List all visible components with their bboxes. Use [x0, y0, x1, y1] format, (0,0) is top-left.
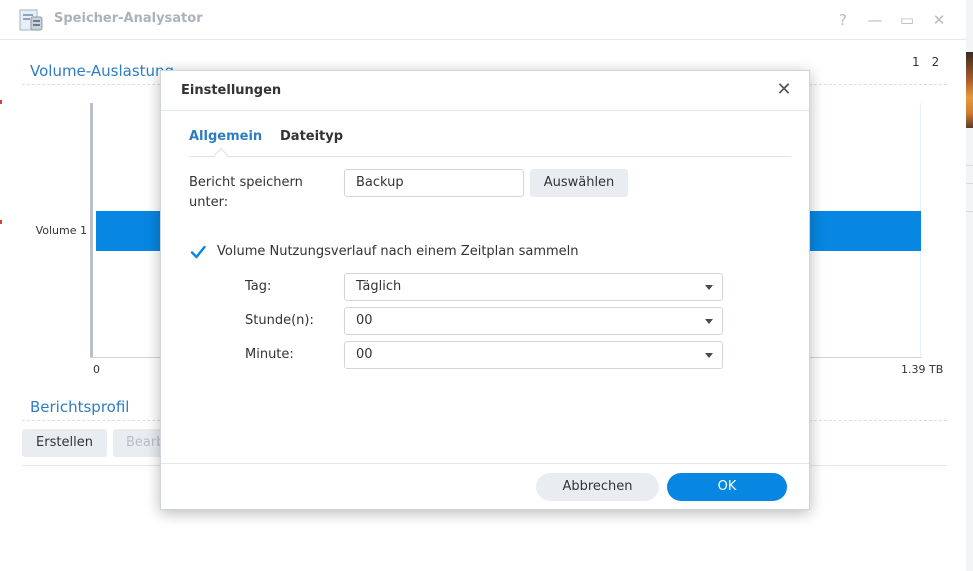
- save-under-label: Bericht speichern unter:: [189, 175, 303, 210]
- dialog-close-icon[interactable]: ✕: [773, 79, 795, 101]
- create-button[interactable]: Erstellen: [22, 429, 107, 457]
- minute-select[interactable]: 00: [344, 341, 723, 369]
- chart-tick-label-min: 0: [93, 363, 100, 376]
- day-select[interactable]: Täglich: [344, 273, 723, 301]
- chevron-down-icon: [705, 319, 713, 324]
- close-icon[interactable]: ✕: [929, 10, 949, 30]
- edge-divider: [966, 165, 973, 166]
- hour-select[interactable]: 00: [344, 307, 723, 335]
- minimize-icon[interactable]: —: [865, 10, 885, 30]
- page-2-link[interactable]: 2: [932, 55, 940, 69]
- choose-button[interactable]: Auswählen: [530, 169, 628, 197]
- day-select-value: Täglich: [356, 279, 402, 294]
- schedule-checkbox-label: Volume Nutzungsverlauf nach einem Zeitpl…: [217, 244, 579, 259]
- maximize-icon[interactable]: ▭: [897, 10, 917, 30]
- pagination: 12: [912, 55, 951, 69]
- dialog-title: Einstellungen: [181, 83, 282, 98]
- settings-dialog: Einstellungen ✕ Allgemein Dateityp Beric…: [160, 70, 810, 510]
- cancel-button[interactable]: Abbrechen: [536, 473, 659, 501]
- storage-analyzer-icon: [19, 9, 43, 31]
- app-title: Speicher-Analysator: [54, 11, 203, 26]
- report-profile-title: Berichtsprofil: [30, 398, 130, 416]
- title-bar: Speicher-Analysator ? — ▭ ✕: [0, 0, 966, 40]
- chart-category-label: Volume 1: [35, 224, 87, 237]
- day-label: Tag:: [245, 279, 272, 294]
- save-location-input[interactable]: Backup: [344, 169, 524, 197]
- volume-usage-title: Volume-Auslastung: [30, 62, 175, 80]
- page-1-link[interactable]: 1: [912, 55, 920, 69]
- tab-file-type[interactable]: Dateityp: [280, 129, 343, 144]
- minute-label: Minute:: [245, 347, 294, 362]
- edge-marker: [0, 100, 2, 104]
- schedule-checkbox[interactable]: [189, 243, 207, 261]
- chart-tick-label-max: 1.39 TB: [901, 363, 944, 376]
- ok-button[interactable]: OK: [667, 473, 787, 501]
- edge-divider: [966, 211, 973, 212]
- chevron-down-icon: [705, 353, 713, 358]
- edge-marker: [0, 220, 2, 224]
- dialog-footer-divider: [161, 463, 809, 464]
- active-tab-indicator: [213, 147, 229, 163]
- edge-divider: [966, 183, 973, 184]
- chart-y-axis: [90, 103, 93, 358]
- tab-general[interactable]: Allgemein: [189, 129, 262, 144]
- minute-select-value: 00: [356, 347, 373, 362]
- hour-label: Stunde(n):: [245, 313, 314, 328]
- hour-select-value: 00: [356, 313, 373, 328]
- dialog-header-divider: [161, 110, 809, 111]
- tab-underline: [189, 156, 791, 157]
- help-icon[interactable]: ?: [833, 10, 853, 30]
- chevron-down-icon: [705, 285, 713, 290]
- desktop-wallpaper-fragment: [966, 52, 973, 128]
